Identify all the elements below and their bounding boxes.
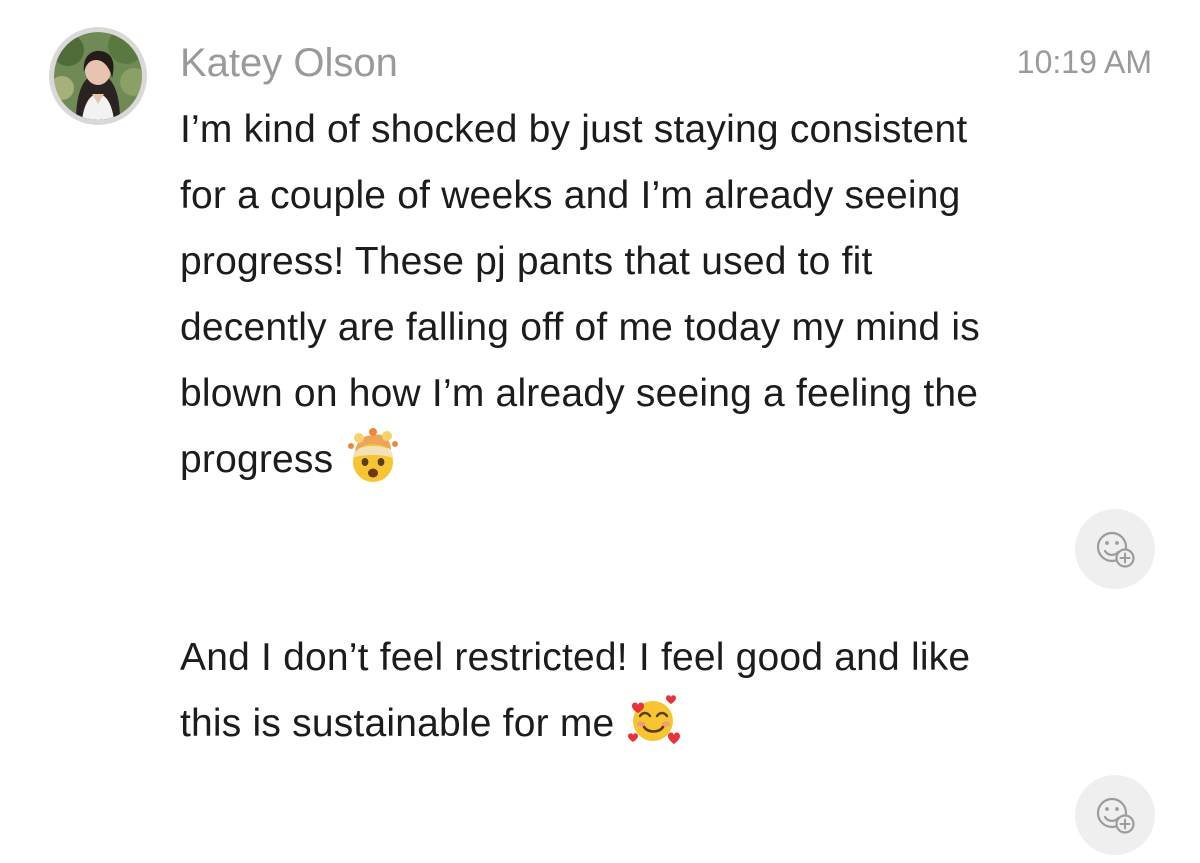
message-line: decently are falling off of me today my … xyxy=(180,306,980,349)
message-line: blown on how I’m already seeing a feelin… xyxy=(180,372,979,415)
smiling-face-with-hearts-emoji-icon xyxy=(626,692,682,748)
message-line-last: progress xyxy=(180,427,1170,493)
message-line-last: this is sustainable for me xyxy=(180,691,1170,757)
sender-name[interactable]: Katey Olson xyxy=(180,36,398,90)
chat-message-view: Katey Olson 10:19 AM I’m kind of shocked… xyxy=(0,0,1200,863)
add-reaction-button[interactable] xyxy=(1075,509,1155,589)
message-paragraph-1: I’m kind of shocked by just staying cons… xyxy=(180,97,1170,493)
message-line: And I don’t feel restricted! I feel good… xyxy=(180,636,971,679)
exploding-head-emoji-icon xyxy=(345,427,401,484)
message-line: progress! These pj pants that used to fi… xyxy=(180,240,873,283)
profile-photo-avatar-icon xyxy=(54,32,142,120)
add-reaction-icon xyxy=(1096,531,1135,568)
add-reaction-icon xyxy=(1096,797,1135,834)
message-line: I’m kind of shocked by just staying cons… xyxy=(180,108,968,151)
message-line-text: this is sustainable for me xyxy=(180,702,615,745)
message-line-text: progress xyxy=(180,438,334,481)
message-paragraph-2: And I don’t feel restricted! I feel good… xyxy=(180,625,1170,757)
message-line: for a couple of weeks and I’m already se… xyxy=(180,174,961,217)
add-reaction-button[interactable] xyxy=(1075,775,1155,855)
avatar[interactable] xyxy=(49,27,147,125)
message-timestamp: 10:19 AM xyxy=(1016,44,1152,80)
